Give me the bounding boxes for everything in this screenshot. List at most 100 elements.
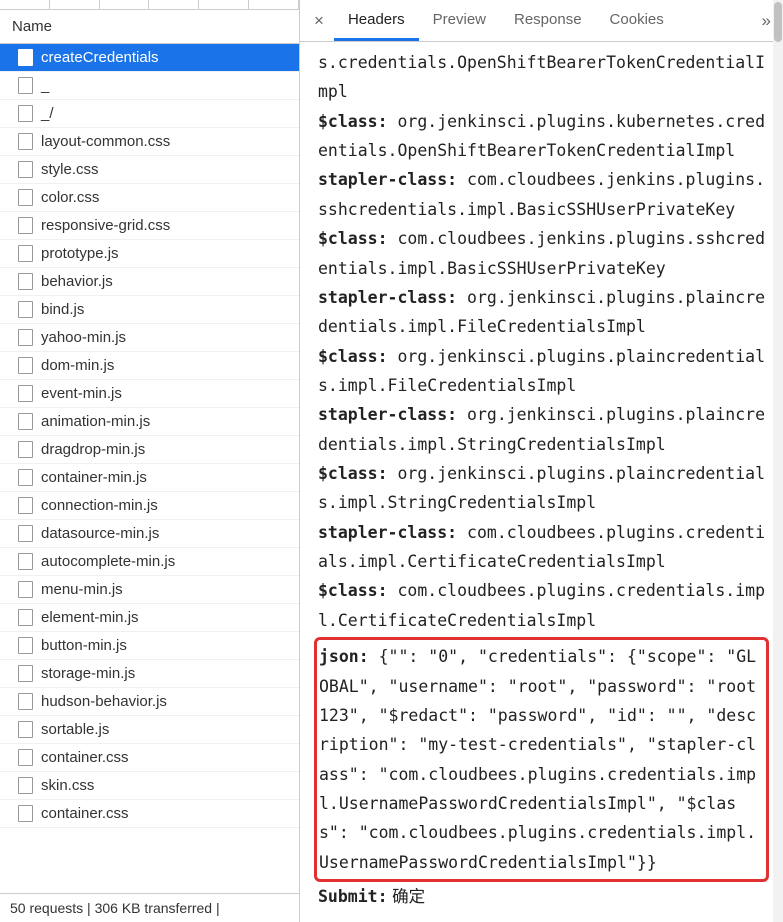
request-item-label: container-min.js	[41, 469, 147, 486]
request-item-label: container.css	[41, 805, 129, 822]
request-item-label: sortable.js	[41, 721, 109, 738]
request-item[interactable]: container-min.js	[0, 464, 299, 492]
status-bar: 50 requests | 306 KB transferred |	[0, 893, 299, 922]
file-icon	[18, 777, 33, 794]
request-item[interactable]: responsive-grid.css	[0, 212, 299, 240]
file-icon	[18, 49, 33, 66]
tab-preview[interactable]: Preview	[419, 1, 500, 41]
file-icon	[18, 581, 33, 598]
request-item[interactable]: color.css	[0, 184, 299, 212]
request-item-label: element-min.js	[41, 609, 139, 626]
file-icon	[18, 413, 33, 430]
request-item-label: yahoo-min.js	[41, 329, 126, 346]
tab-headers[interactable]: Headers	[334, 1, 419, 41]
file-icon	[18, 245, 33, 262]
request-item-label: prototype.js	[41, 245, 119, 262]
request-item[interactable]: layout-common.css	[0, 128, 299, 156]
file-icon	[18, 105, 33, 122]
request-item-label: dragdrop-min.js	[41, 441, 145, 458]
request-item[interactable]: event-min.js	[0, 380, 299, 408]
file-icon	[18, 637, 33, 654]
request-item[interactable]: style.css	[0, 156, 299, 184]
request-item-label: container.css	[41, 749, 129, 766]
request-item[interactable]: prototype.js	[0, 240, 299, 268]
request-item[interactable]: connection-min.js	[0, 492, 299, 520]
request-item[interactable]: button-min.js	[0, 632, 299, 660]
payload-key: $class:	[318, 464, 388, 483]
file-icon	[18, 721, 33, 738]
request-item[interactable]: skin.css	[0, 772, 299, 800]
json-payload-highlight: json: {"": "0", "credentials": {"scope":…	[314, 637, 769, 882]
request-item[interactable]: container.css	[0, 744, 299, 772]
file-icon	[18, 497, 33, 514]
request-item-label: button-min.js	[41, 637, 127, 654]
request-item-label: bind.js	[41, 301, 84, 318]
request-item[interactable]: yahoo-min.js	[0, 324, 299, 352]
file-icon	[18, 385, 33, 402]
payload-value-submit: 确定	[388, 888, 426, 906]
request-item[interactable]: autocomplete-min.js	[0, 548, 299, 576]
file-icon	[18, 525, 33, 542]
file-icon	[18, 329, 33, 346]
payload-line: s.credentials.OpenShiftBearerTokenCreden…	[318, 48, 769, 107]
request-item-label: color.css	[41, 189, 99, 206]
tab-response[interactable]: Response	[500, 1, 596, 41]
payload-row: $class: com.cloudbees.plugins.credential…	[318, 576, 769, 635]
request-item[interactable]: behavior.js	[0, 268, 299, 296]
request-item[interactable]: dom-min.js	[0, 352, 299, 380]
request-item[interactable]: animation-min.js	[0, 408, 299, 436]
payload-row: $class: org.jenkinsci.plugins.plaincrede…	[318, 342, 769, 401]
name-column-header[interactable]: Name	[0, 10, 299, 44]
request-item[interactable]: datasource-min.js	[0, 520, 299, 548]
filter-toolbar	[0, 0, 299, 10]
payload-row: stapler-class: org.jenkinsci.plugins.pla…	[318, 400, 769, 459]
request-item-label: storage-min.js	[41, 665, 135, 682]
request-item-label: datasource-min.js	[41, 525, 159, 542]
close-icon[interactable]: ×	[304, 7, 334, 35]
payload-key: $class:	[318, 229, 388, 248]
request-item[interactable]: bind.js	[0, 296, 299, 324]
request-item-label: behavior.js	[41, 273, 113, 290]
file-icon	[18, 693, 33, 710]
payload-key: stapler-class:	[318, 405, 457, 424]
request-item-label: autocomplete-min.js	[41, 553, 175, 570]
request-item[interactable]: element-min.js	[0, 604, 299, 632]
request-item[interactable]: container.css	[0, 800, 299, 828]
request-item-label: connection-min.js	[41, 497, 158, 514]
payload-row: stapler-class: com.cloudbees.jenkins.plu…	[318, 165, 769, 224]
request-item[interactable]: menu-min.js	[0, 576, 299, 604]
file-icon	[18, 749, 33, 766]
file-icon	[18, 609, 33, 626]
details-tabs: × Headers Preview Response Cookies »	[300, 0, 783, 42]
request-item-label: _	[41, 77, 49, 94]
file-icon	[18, 301, 33, 318]
request-item[interactable]: _/	[0, 100, 299, 128]
payload-value-json: {"": "0", "credentials": {"scope": "GLOB…	[319, 647, 756, 872]
request-item[interactable]: dragdrop-min.js	[0, 436, 299, 464]
request-item-label: menu-min.js	[41, 581, 123, 598]
request-item[interactable]: createCredentials	[0, 44, 299, 72]
request-item-label: dom-min.js	[41, 357, 114, 374]
headers-content: s.credentials.OpenShiftBearerTokenCreden…	[300, 42, 783, 922]
details-panel: × Headers Preview Response Cookies » s.c…	[300, 0, 783, 922]
tab-cookies[interactable]: Cookies	[596, 1, 678, 41]
file-icon	[18, 273, 33, 290]
request-item-label: event-min.js	[41, 385, 122, 402]
payload-row: stapler-class: com.cloudbees.plugins.cre…	[318, 518, 769, 577]
payload-key: $class:	[318, 347, 388, 366]
request-item[interactable]: storage-min.js	[0, 660, 299, 688]
payload-key: $class:	[318, 581, 388, 600]
request-item-label: layout-common.css	[41, 133, 170, 150]
request-item[interactable]: sortable.js	[0, 716, 299, 744]
payload-key: stapler-class:	[318, 288, 457, 307]
payload-key-submit: Submit:	[318, 887, 388, 906]
request-list[interactable]: createCredentials _ _/ layout-common.css sty…	[0, 44, 299, 893]
network-requests-panel: Name createCredentials _ _/ layout-common.c…	[0, 0, 300, 922]
request-item-label: animation-min.js	[41, 413, 150, 430]
request-item[interactable]: hudson-behavior.js	[0, 688, 299, 716]
payload-key: stapler-class:	[318, 523, 457, 542]
payload-row: $class: com.cloudbees.jenkins.plugins.ss…	[318, 224, 769, 283]
file-icon	[18, 77, 33, 94]
file-icon	[18, 161, 33, 178]
request-item[interactable]: _	[0, 72, 299, 100]
